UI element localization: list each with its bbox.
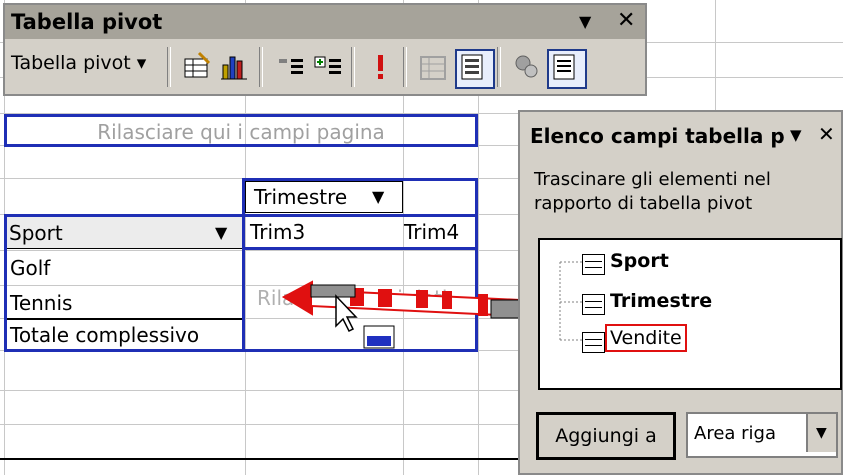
chevron-down-icon: ▼ [816,425,827,441]
panel-description-line: Trascinare gli elementi nel [534,169,771,190]
add-to-label: Aggiungi a [555,425,657,447]
drag-field-ghost [310,284,356,298]
close-icon[interactable]: ✕ [818,122,835,146]
field-label: Vendite [605,324,687,352]
area-select-value: Area riga [694,423,777,444]
field-label: Sport [610,250,669,272]
add-to-button[interactable]: Aggiungi a [536,412,676,460]
panel-title: Elenco campi tabella p [530,124,785,148]
field-icon [582,254,605,275]
field-list: Sport Trimestre Vendite [538,238,842,390]
field-list-panel: Elenco campi tabella p ▼ ✕ Trascinare gl… [518,110,843,475]
chevron-down-icon[interactable]: ▼ [790,126,802,144]
panel-description-line: rapporto di tabella pivot [534,193,753,214]
area-select-dropdown[interactable]: ▼ [806,414,836,452]
field-icon [582,332,605,353]
field-label: Trimestre [610,290,713,312]
field-icon [582,294,605,315]
drop-target-fill [367,336,391,346]
area-select[interactable]: Area riga ▼ [686,412,838,458]
panel-description: Trascinare gli elementi nel rapporto di … [534,168,834,216]
